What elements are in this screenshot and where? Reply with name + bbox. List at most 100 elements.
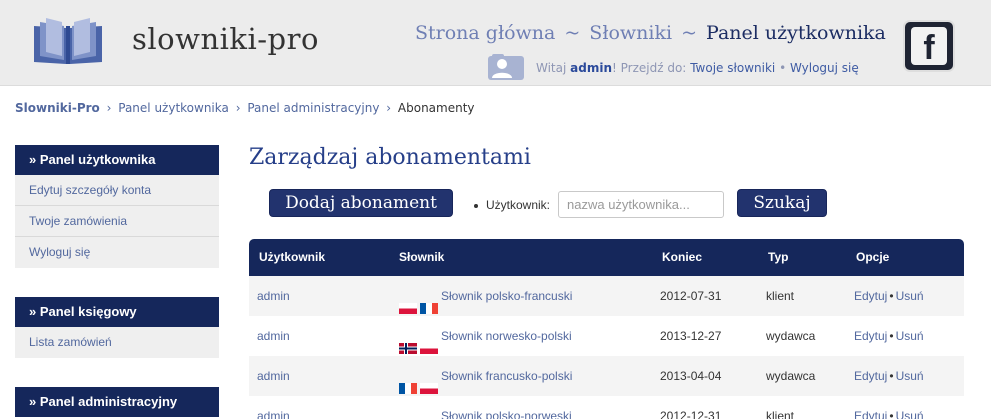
table-row: admin Słownik polsko-francuski 2012-07-31 k… [249,276,964,316]
row-user-link[interactable]: admin [257,396,290,419]
accounting-panel: » Panel księgowy Lista zamówień [15,297,219,358]
bullet-icon [474,203,478,208]
subscriptions-table: Użytkownik Słownik Koniec Typ Opcje admi… [249,239,964,419]
row-end-date: 2013-04-04 [660,369,722,383]
user-panel-title[interactable]: » Panel użytkownika [15,145,219,175]
flag-fr-icon [399,370,417,395]
column-header-type: Typ [768,250,789,264]
sidebar-item-logout[interactable]: Wyloguj się [15,237,219,268]
add-subscription-button[interactable]: Dodaj abonament [269,189,453,217]
row-options: Edytuj • Usuń [854,356,924,396]
table-row: admin Słownik polsko-norweski 2012-12-31 kl… [249,396,964,419]
row-options: Edytuj • Usuń [854,396,924,419]
row-delete-link[interactable]: Usuń [896,409,924,419]
welcome-prefix: Witaj [536,61,567,75]
nav-separator: ~ [564,22,581,44]
breadcrumb: Slowniki-Pro › Panel użytkownika › Panel… [15,101,475,115]
column-header-user: Użytkownik [259,250,326,264]
table-row: admin Słownik norwesko-polski 2013-12-27 wy… [249,316,964,356]
row-type: klient [766,289,795,303]
flag-no-icon [399,330,417,355]
user-panel: » Panel użytkownika Edytuj szczegóły kon… [15,145,219,268]
row-dictionary-link[interactable]: Słownik polsko-norweski [441,409,572,419]
row-delete-link[interactable]: Usuń [896,369,924,383]
column-header-end: Koniec [662,250,703,264]
user-filter-label: Użytkownik: [474,198,550,212]
row-user-link[interactable]: admin [257,356,290,396]
username-search-input[interactable] [558,191,724,218]
my-dictionaries-link[interactable]: Twoje słowniki [690,61,775,75]
options-separator: • [889,289,894,303]
breadcrumb-current: Abonamenty [397,101,475,115]
welcome-text: Witaj admin! Przejdź do: Twoje słowniki … [536,61,859,75]
flag-fr-icon [420,290,438,315]
sidebar-item-order-list[interactable]: Lista zamówień [15,327,219,358]
breadcrumb-home[interactable]: Slowniki-Pro [15,101,100,115]
facebook-button[interactable]: f [905,22,953,70]
row-type: klient [766,409,795,419]
row-dictionary: Słownik polsko-norweski [399,396,572,419]
row-dictionary-link[interactable]: Słownik norwesko-polski [441,329,572,343]
welcome-username: admin [570,61,613,75]
page-title: Zarządzaj abonamentami [249,145,531,170]
column-header-options: Opcje [856,250,890,264]
user-filter-label-text: Użytkownik: [486,198,551,212]
table-header: Użytkownik Słownik Koniec Typ Opcje [249,239,964,276]
admin-panel-title[interactable]: » Panel administracyjny [15,387,219,417]
row-dictionary: Słownik polsko-francuski [399,276,572,316]
search-button[interactable]: Szukaj [737,189,827,217]
row-type: wydawca [766,369,816,383]
row-edit-link[interactable]: Edytuj [854,409,887,419]
user-card-icon [488,54,524,80]
logo-text[interactable]: slowniki-pro [132,22,319,56]
top-nav: Strona główna ~ Słowniki ~ Panel użytkownika [415,22,886,44]
breadcrumb-separator: › [106,101,112,115]
breadcrumb-admin-panel[interactable]: Panel administracyjny [247,101,379,115]
row-delete-link[interactable]: Usuń [896,329,924,343]
nav-user-panel[interactable]: Panel użytkownika [706,22,886,44]
row-dictionary-link[interactable]: Słownik polsko-francuski [441,289,572,303]
column-header-dictionary: Słownik [399,250,445,264]
sidebar-item-edit-account[interactable]: Edytuj szczegóły konta [15,175,219,206]
flag-pl-icon [420,330,438,355]
options-separator: • [889,409,894,419]
nav-dictionaries-link[interactable]: Słowniki [589,22,672,44]
row-delete-link[interactable]: Usuń [896,289,924,303]
row-end-date: 2012-12-31 [660,409,722,419]
flag-pl-icon [399,290,417,315]
table-row: admin Słownik francusko-polski 2013-04-04 w… [249,356,964,396]
sidebar-item-orders[interactable]: Twoje zamówienia [15,206,219,237]
row-options: Edytuj • Usuń [854,316,924,356]
row-edit-link[interactable]: Edytuj [854,329,887,343]
nav-separator: ~ [681,22,698,44]
row-end-date: 2012-07-31 [660,289,722,303]
row-user-link[interactable]: admin [257,276,290,316]
accounting-panel-title[interactable]: » Panel księgowy [15,297,219,327]
row-user-link[interactable]: admin [257,316,290,356]
facebook-icon: f [911,27,947,67]
welcome-middle: ! Przejdź do: [612,61,687,75]
row-edit-link[interactable]: Edytuj [854,369,887,383]
options-separator: • [889,369,894,383]
breadcrumb-separator: › [235,101,241,115]
row-options: Edytuj • Usuń [854,276,924,316]
row-dictionary-link[interactable]: Słownik francusko-polski [441,369,572,383]
flag-pl-icon [399,410,417,419]
options-separator: • [889,329,894,343]
welcome-bullet: • [779,61,787,75]
table-body: admin Słownik polsko-francuski 2012-07-31 k… [249,276,964,419]
flag-no-icon [420,410,438,419]
breadcrumb-user-panel[interactable]: Panel użytkownika [118,101,229,115]
row-dictionary: Słownik francusko-polski [399,356,572,396]
flag-pl-icon [420,370,438,395]
row-dictionary: Słownik norwesko-polski [399,316,572,356]
row-type: wydawca [766,329,816,343]
nav-home-link[interactable]: Strona główna [415,22,555,44]
header: slowniki-pro Strona główna ~ Słowniki ~ Pane… [0,0,991,86]
logout-link[interactable]: Wyloguj się [790,61,859,75]
breadcrumb-separator: › [386,101,392,115]
book-logo-icon[interactable] [32,18,104,66]
row-end-date: 2013-12-27 [660,329,722,343]
admin-panel: » Panel administracyjny [15,387,219,417]
row-edit-link[interactable]: Edytuj [854,289,887,303]
